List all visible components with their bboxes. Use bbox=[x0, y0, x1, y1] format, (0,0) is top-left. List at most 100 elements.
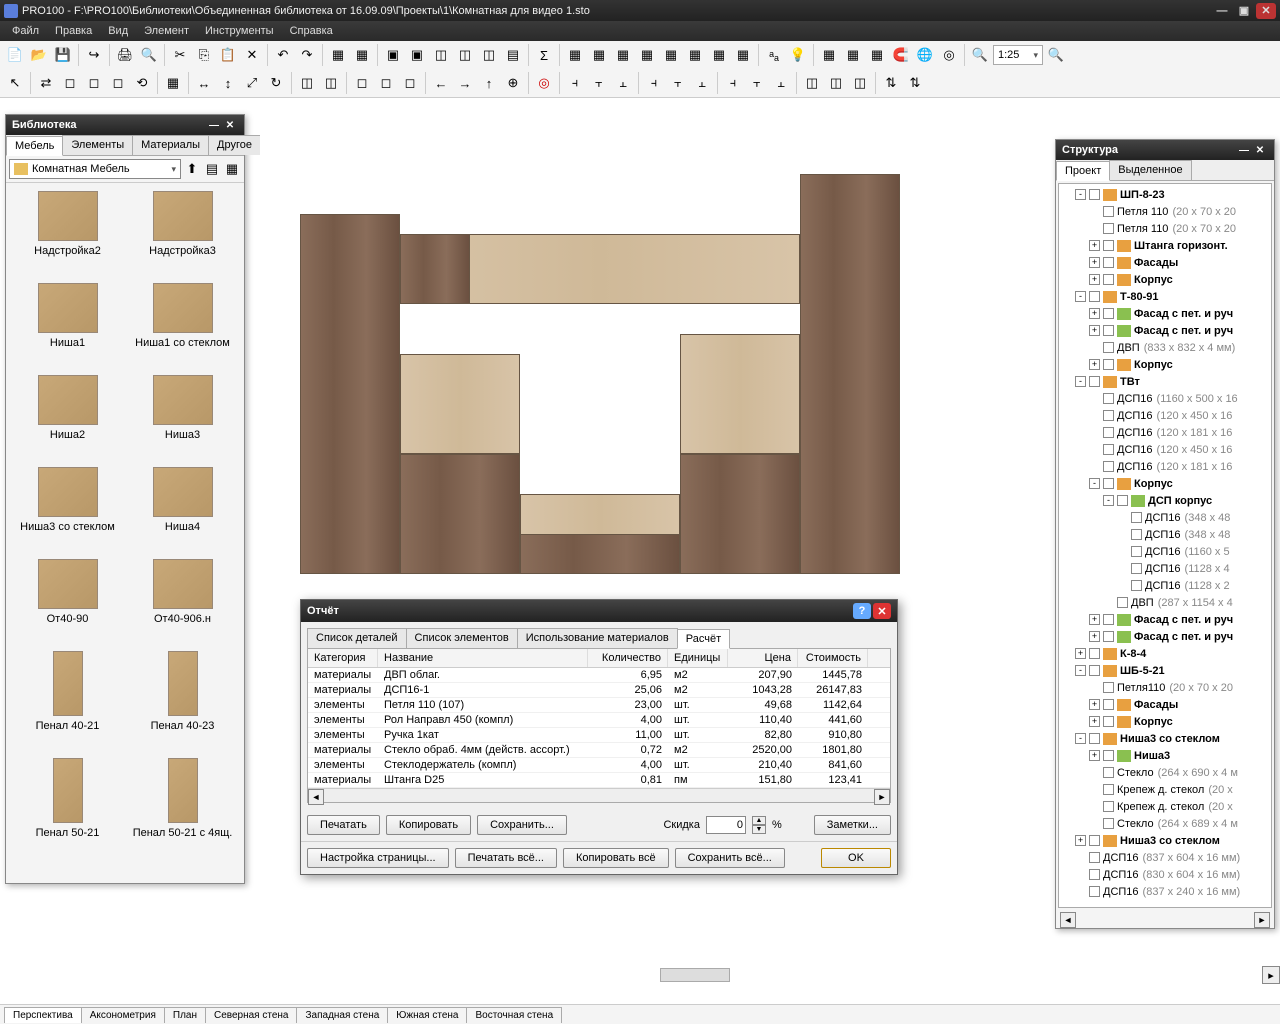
column-header[interactable]: Количество bbox=[588, 649, 668, 667]
panel-close-icon[interactable]: ✕ bbox=[222, 118, 238, 132]
column-header[interactable]: Категория bbox=[308, 649, 378, 667]
table-row[interactable]: материалыШтанга D250,81пм151,80123,41 bbox=[308, 773, 890, 788]
target-icon[interactable]: ◎ bbox=[938, 44, 960, 66]
checkbox[interactable] bbox=[1103, 818, 1114, 829]
checkbox[interactable] bbox=[1103, 631, 1114, 642]
tree-node[interactable]: -ШБ-5-21 bbox=[1061, 662, 1269, 679]
bulb-icon[interactable]: 💡 bbox=[787, 44, 809, 66]
expand-icon[interactable]: - bbox=[1075, 189, 1086, 200]
tree-node[interactable]: ДВП(287 x 1154 x 4 bbox=[1061, 594, 1269, 611]
menu-Элемент[interactable]: Элемент bbox=[136, 23, 197, 39]
tool-icon[interactable]: ▦ bbox=[732, 44, 754, 66]
tree-node[interactable]: ДСП16(120 x 450 x 16 bbox=[1061, 407, 1269, 424]
tree-node[interactable]: ДСП16(120 x 181 x 16 bbox=[1061, 424, 1269, 441]
open-icon[interactable]: 📂 bbox=[28, 44, 50, 66]
tool-icon[interactable]: ↔ bbox=[193, 72, 215, 94]
tree-node[interactable]: -Корпус bbox=[1061, 475, 1269, 492]
up-folder-icon[interactable]: ⬆ bbox=[183, 160, 201, 178]
select-icon[interactable]: ↖ bbox=[4, 72, 26, 94]
tool-icon[interactable]: ◻ bbox=[59, 72, 81, 94]
expand-icon[interactable]: + bbox=[1089, 614, 1100, 625]
tool-icon[interactable]: ⫟ bbox=[746, 72, 768, 94]
tool-icon[interactable]: ⇅ bbox=[880, 72, 902, 94]
tool-icon[interactable]: ◻ bbox=[83, 72, 105, 94]
tree-node[interactable]: +Фасады bbox=[1061, 254, 1269, 271]
scroll-corner-icon[interactable]: ▸ bbox=[1262, 966, 1280, 984]
horizontal-scrollbar[interactable] bbox=[660, 968, 730, 982]
tool-icon[interactable]: ◫ bbox=[454, 44, 476, 66]
tab-Список деталей[interactable]: Список деталей bbox=[307, 628, 407, 648]
tool-icon[interactable]: ⇄ bbox=[35, 72, 57, 94]
expand-icon[interactable]: + bbox=[1075, 835, 1086, 846]
checkbox[interactable] bbox=[1103, 699, 1114, 710]
expand-icon[interactable]: - bbox=[1075, 665, 1086, 676]
tool-icon[interactable]: ◫ bbox=[320, 72, 342, 94]
expand-icon[interactable]: + bbox=[1089, 240, 1100, 251]
tree-node[interactable]: Крепеж д. стекол(20 х bbox=[1061, 781, 1269, 798]
viewtab-Перспектива[interactable]: Перспектива bbox=[4, 1007, 82, 1023]
close-button[interactable]: ✕ bbox=[1256, 3, 1276, 19]
checkbox[interactable] bbox=[1103, 478, 1114, 489]
tree-node[interactable]: +Фасад с пет. и руч bbox=[1061, 305, 1269, 322]
library-item[interactable]: От40-90 bbox=[14, 559, 121, 641]
tool-icon[interactable]: ⇅ bbox=[904, 72, 926, 94]
tool-icon[interactable]: ▦ bbox=[818, 44, 840, 66]
checkbox[interactable] bbox=[1103, 325, 1114, 336]
tree-node[interactable]: ДСП16(1128 x 2 bbox=[1061, 577, 1269, 594]
tool-icon[interactable]: ⤢ bbox=[241, 72, 263, 94]
delete-icon[interactable]: ✕ bbox=[241, 44, 263, 66]
tool-icon[interactable]: ▦ bbox=[351, 44, 373, 66]
tool-icon[interactable]: ▦ bbox=[842, 44, 864, 66]
tab-Элементы[interactable]: Элементы bbox=[62, 135, 133, 155]
viewtab-Аксонометрия[interactable]: Аксонометрия bbox=[81, 1007, 165, 1023]
checkbox[interactable] bbox=[1131, 563, 1142, 574]
checkbox[interactable] bbox=[1103, 427, 1114, 438]
expand-icon[interactable]: + bbox=[1089, 750, 1100, 761]
viewtab-План[interactable]: План bbox=[164, 1007, 206, 1023]
tree-node[interactable]: -Т-80-91 bbox=[1061, 288, 1269, 305]
spin-up-icon[interactable]: ▲ bbox=[752, 816, 766, 825]
tool-icon[interactable]: ▦ bbox=[588, 44, 610, 66]
column-header[interactable]: Название bbox=[378, 649, 588, 667]
tree-node[interactable]: +Штанга горизонт. bbox=[1061, 237, 1269, 254]
checkbox[interactable] bbox=[1103, 410, 1114, 421]
paste-icon[interactable]: 📋 bbox=[217, 44, 239, 66]
menu-Вид[interactable]: Вид bbox=[100, 23, 136, 39]
tree-node[interactable]: Петля 110(20 x 70 x 20 bbox=[1061, 203, 1269, 220]
tool-icon[interactable]: ⫠ bbox=[612, 72, 634, 94]
tree-node[interactable]: +Фасад с пет. и руч bbox=[1061, 628, 1269, 645]
tool-icon[interactable]: ⟲ bbox=[131, 72, 153, 94]
tool-icon[interactable]: ▦ bbox=[708, 44, 730, 66]
expand-icon[interactable]: + bbox=[1075, 648, 1086, 659]
checkbox[interactable] bbox=[1103, 257, 1114, 268]
close-icon[interactable]: ✕ bbox=[873, 603, 891, 619]
menu-Справка[interactable]: Справка bbox=[282, 23, 341, 39]
tab-Список элементов[interactable]: Список элементов bbox=[406, 628, 518, 648]
checkbox[interactable] bbox=[1103, 682, 1114, 693]
tool-icon[interactable]: ⫟ bbox=[588, 72, 610, 94]
checkbox[interactable] bbox=[1089, 835, 1100, 846]
tool-icon[interactable]: ⫞ bbox=[643, 72, 665, 94]
checkbox[interactable] bbox=[1103, 784, 1114, 795]
library-item[interactable]: Ниша1 bbox=[14, 283, 121, 365]
table-row[interactable]: материалыДВП облаг.6,95м2207,901445,78 bbox=[308, 668, 890, 683]
table-row[interactable]: элементыСтеклодержатель (компл)4,00шт.21… bbox=[308, 758, 890, 773]
text-icon[interactable]: ᵃₐ bbox=[763, 44, 785, 66]
tree-node[interactable]: +Корпус bbox=[1061, 271, 1269, 288]
tool-icon[interactable]: ◻ bbox=[351, 72, 373, 94]
tool-icon[interactable]: ⫠ bbox=[691, 72, 713, 94]
expand-icon[interactable]: - bbox=[1075, 733, 1086, 744]
tool-icon[interactable]: ↕ bbox=[217, 72, 239, 94]
tree-node[interactable]: +Ниша3 со стеклом bbox=[1061, 832, 1269, 849]
tree-node[interactable]: +Корпус bbox=[1061, 356, 1269, 373]
spin-down-icon[interactable]: ▼ bbox=[752, 825, 766, 834]
checkbox[interactable] bbox=[1103, 461, 1114, 472]
expand-icon[interactable]: + bbox=[1089, 716, 1100, 727]
tool-icon[interactable]: ▣ bbox=[382, 44, 404, 66]
print-button[interactable]: Печатать bbox=[307, 815, 380, 835]
cut-icon[interactable]: ✂ bbox=[169, 44, 191, 66]
help-icon[interactable]: ? bbox=[853, 603, 871, 619]
view-list-icon[interactable]: ▤ bbox=[203, 160, 221, 178]
expand-icon[interactable]: - bbox=[1075, 376, 1086, 387]
tree-node[interactable]: Петля110(20 x 70 x 20 bbox=[1061, 679, 1269, 696]
